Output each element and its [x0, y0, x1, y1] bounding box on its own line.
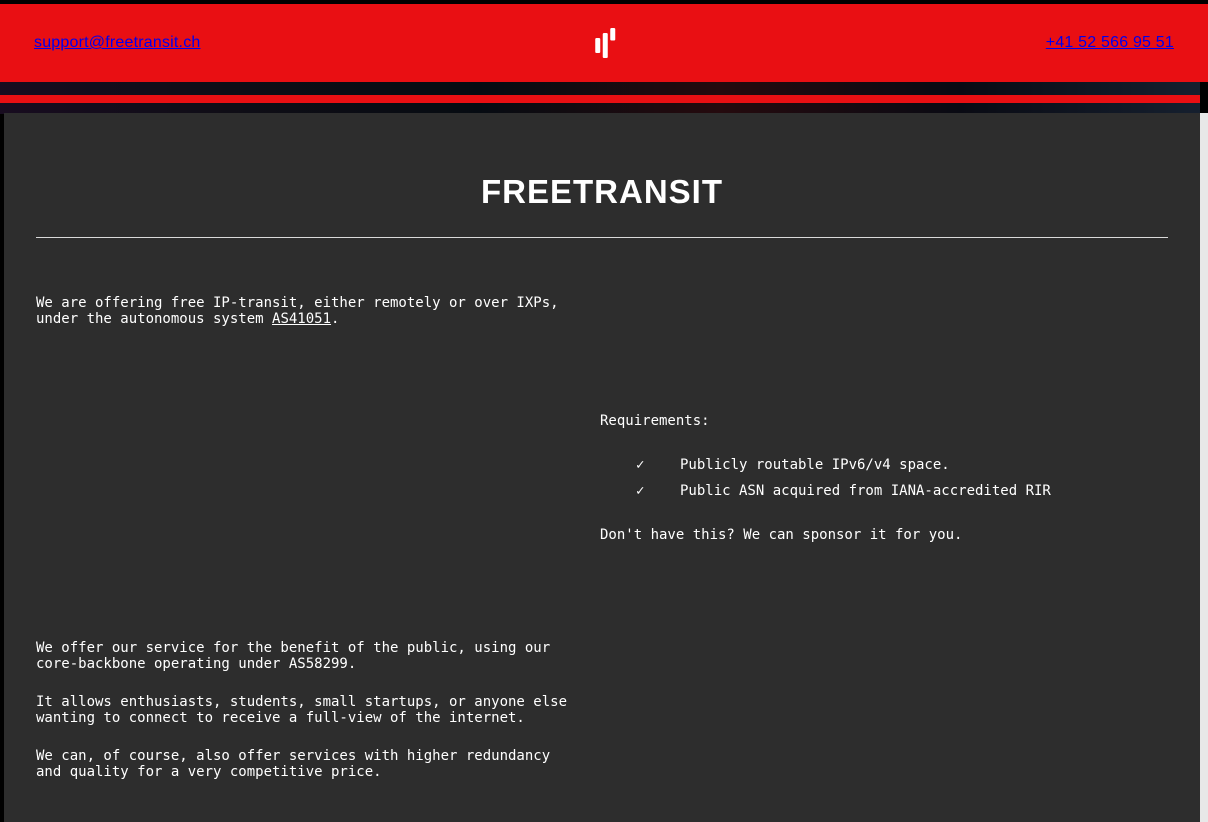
check-icon: ✓ — [636, 457, 644, 473]
check-icon: ✓ — [636, 483, 644, 499]
support-phone-link[interactable]: +41 52 566 95 51 — [1046, 34, 1174, 52]
requirement-text: Publicly routable IPv6/v4 space. — [680, 457, 950, 473]
page-title: FREETRANSIT — [4, 173, 1200, 211]
main-content: FREETRANSIT We are offering free IP-tran… — [4, 113, 1200, 822]
about-p2: It allows enthusiasts, students, small s… — [36, 694, 582, 726]
about-p1: We offer our service for the benefit of … — [36, 640, 582, 672]
banner-underline — [0, 95, 1200, 103]
requirements-block: Requirements: ✓ Publicly routable IPv6/v… — [600, 413, 1160, 543]
requirement-item: ✓ Publicly routable IPv6/v4 space. — [600, 457, 1160, 473]
about-block: We offer our service for the benefit of … — [36, 640, 582, 802]
requirements-list: ✓ Publicly routable IPv6/v4 space. ✓ Pub… — [600, 457, 1160, 499]
asn-link[interactable]: AS41051 — [272, 311, 331, 327]
intro-paragraph: We are offering free IP-transit, either … — [36, 295, 584, 327]
intro-text-after: . — [331, 311, 339, 327]
brand-logo-icon[interactable] — [589, 28, 619, 58]
support-email-link[interactable]: support@freetransit.ch — [34, 34, 201, 52]
sponsor-text: Don't have this? We can sponsor it for y… — [600, 527, 1160, 543]
title-divider — [36, 237, 1168, 238]
top-banner: support@freetransit.ch +41 52 566 95 51 — [0, 4, 1208, 82]
about-p3: We can, of course, also offer services w… — [36, 748, 582, 780]
requirements-label: Requirements: — [600, 413, 1160, 429]
requirement-item: ✓ Public ASN acquired from IANA-accredit… — [600, 483, 1160, 499]
scrollbar-track[interactable] — [1200, 113, 1208, 822]
requirement-text: Public ASN acquired from IANA-accredited… — [680, 483, 1051, 499]
